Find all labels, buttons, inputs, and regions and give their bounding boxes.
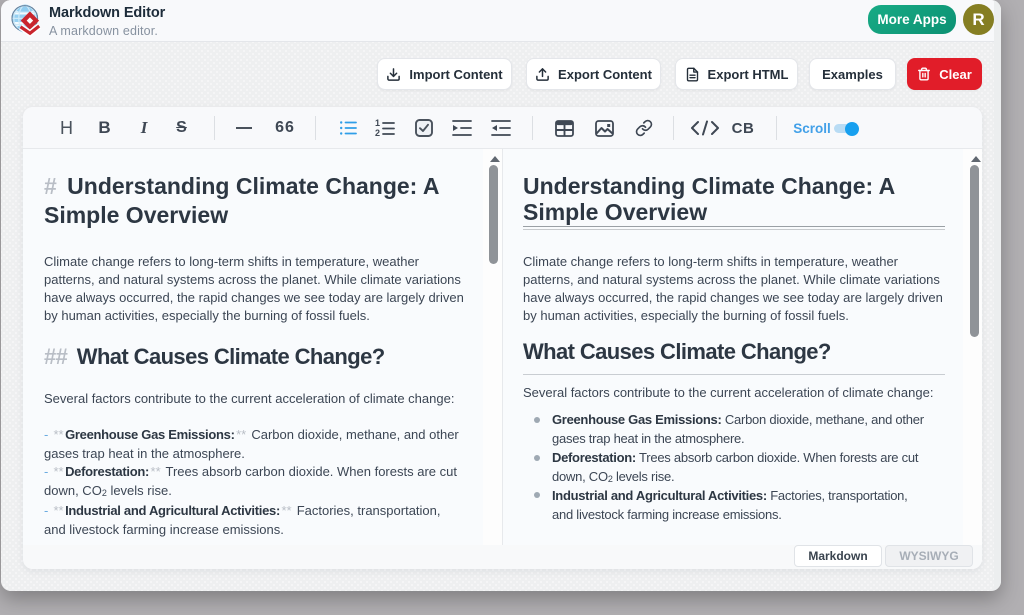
svg-text:1: 1	[375, 119, 380, 128]
svg-text:2: 2	[375, 128, 380, 138]
